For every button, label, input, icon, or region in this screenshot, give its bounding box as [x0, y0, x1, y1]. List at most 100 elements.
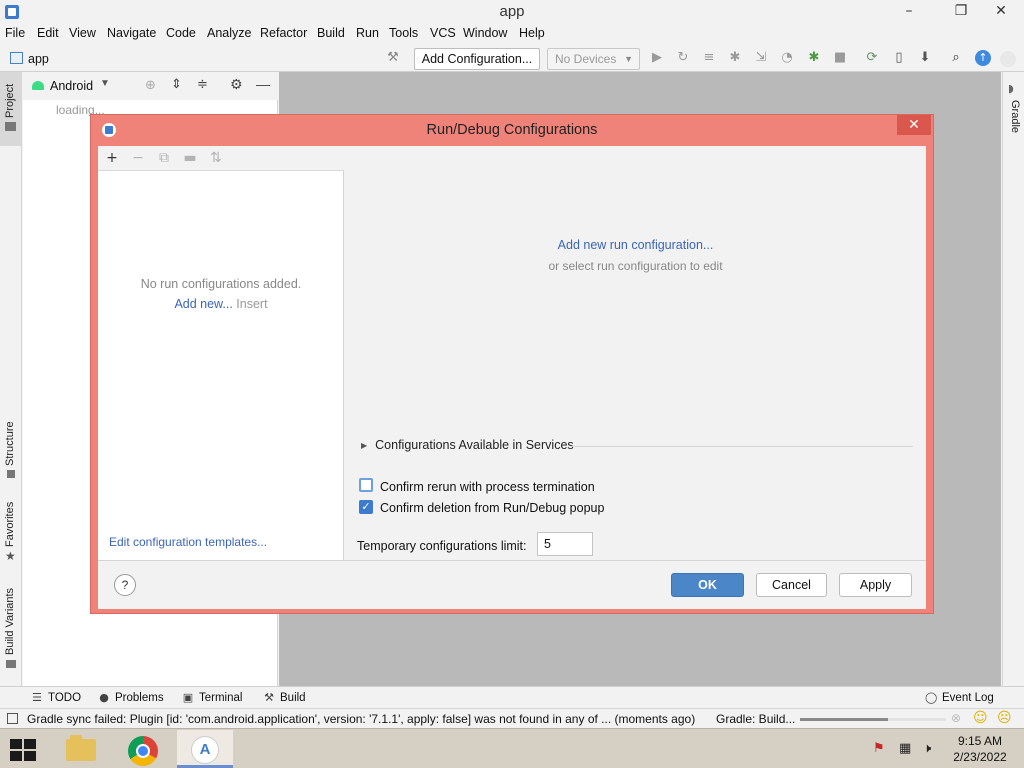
toggle-tool-windows-icon[interactable]	[7, 713, 18, 724]
menu-code[interactable]: Code	[166, 26, 196, 40]
gradle-build-status[interactable]: Gradle: Build...	[716, 712, 795, 726]
menu-tools[interactable]: Tools	[389, 26, 418, 40]
file-explorer-icon[interactable]	[53, 730, 109, 768]
gear-icon[interactable]: ⚙	[230, 77, 243, 93]
right-tool-strip: ◗ Gradle	[1002, 72, 1024, 686]
move-to-folder-icon[interactable]: ▬	[181, 149, 199, 167]
chevron-down-icon[interactable]: ▼	[100, 78, 110, 89]
project-breadcrumb[interactable]: app	[28, 52, 49, 66]
tab-gradle-label: Gradle	[1009, 100, 1021, 134]
tab-todo[interactable]: ☰ TODO	[31, 691, 81, 704]
smile-icon[interactable]: ☺	[973, 710, 988, 726]
project-folder-icon	[10, 52, 23, 64]
tab-gradle[interactable]: ◗ Gradle	[1003, 72, 1024, 142]
dialog-close-button[interactable]: ✕	[897, 115, 931, 135]
expand-all-icon[interactable]: ⇕	[171, 77, 182, 92]
services-section-toggle[interactable]: ▶ Configurations Available in Services	[361, 438, 574, 452]
project-view-selector[interactable]: Android	[50, 79, 93, 93]
device-manager-icon[interactable]: ▯	[891, 51, 907, 65]
rerun-icon[interactable]: ↻	[675, 51, 691, 65]
menu-view[interactable]: View	[69, 26, 96, 40]
dialog-title-bar: Run/Debug Configurations ✕	[91, 115, 933, 145]
menu-build[interactable]: Build	[317, 26, 345, 40]
action-center-flag-icon[interactable]: ⚑	[873, 741, 885, 756]
minimize-button[interactable]: –	[886, 0, 932, 24]
frown-icon[interactable]: ☹	[997, 710, 1012, 726]
tab-problems-label: Problems	[115, 692, 164, 704]
list-icon: ☰	[32, 691, 42, 704]
stop-icon[interactable]: ■	[832, 51, 848, 65]
gradle-sync-icon[interactable]: ⟳	[864, 51, 880, 65]
start-button[interactable]	[10, 739, 36, 761]
edit-templates-link[interactable]: Edit configuration templates...	[109, 535, 267, 549]
ok-button[interactable]: OK	[671, 573, 744, 597]
tab-structure-label: Structure	[4, 421, 16, 466]
hide-panel-icon[interactable]: —	[256, 76, 270, 92]
update-icon[interactable]: ↑	[975, 50, 991, 66]
add-icon[interactable]: +	[103, 149, 121, 167]
locate-icon[interactable]: ⊕	[145, 78, 156, 93]
close-button[interactable]: ✕	[978, 0, 1024, 24]
apply-button[interactable]: Apply	[839, 573, 912, 597]
profile-icon[interactable]: ◔	[779, 51, 795, 65]
configurations-list-pane: + − ⧉ ▬ ⇅ No run configurations added. A…	[98, 146, 344, 560]
add-new-run-configuration-link[interactable]: Add new run configuration...	[345, 238, 926, 252]
status-message[interactable]: Gradle sync failed: Plugin [id: 'com.and…	[27, 712, 695, 726]
menu-window[interactable]: Window	[463, 26, 507, 40]
menu-vcs[interactable]: VCS	[430, 26, 456, 40]
tab-build[interactable]: ⚒ Build	[263, 691, 306, 704]
cancel-process-icon[interactable]: ⊗	[951, 711, 961, 725]
menu-navigate[interactable]: Navigate	[107, 26, 156, 40]
collapse-all-icon[interactable]: ≑	[197, 77, 208, 92]
menu-file[interactable]: File	[5, 26, 25, 40]
menu-edit[interactable]: Edit	[37, 26, 59, 40]
left-tool-strip: Project Structure Favorites ★ Build Vari…	[0, 72, 22, 686]
menu-run[interactable]: Run	[356, 26, 379, 40]
tab-event-log-label: Event Log	[942, 692, 994, 704]
cancel-button[interactable]: Cancel	[756, 573, 827, 597]
devices-dropdown[interactable]: No Devices ▼	[547, 48, 640, 70]
remove-icon[interactable]: −	[129, 149, 147, 167]
tab-structure[interactable]: Structure	[0, 412, 22, 482]
add-configuration-button[interactable]: Add Configuration...	[414, 48, 540, 70]
services-section-label: Configurations Available in Services	[375, 438, 574, 452]
divider	[571, 446, 913, 447]
menu-analyze[interactable]: Analyze	[207, 26, 251, 40]
apply-changes-icon[interactable]: ≡	[701, 51, 717, 65]
tab-event-log[interactable]: ◯ Event Log	[925, 691, 994, 704]
temporary-limit-input[interactable]: 5	[537, 532, 593, 556]
attach-icon[interactable]: ⇲	[753, 51, 769, 65]
tab-favorites[interactable]: Favorites ★	[0, 497, 22, 567]
chevron-down-icon: ▼	[624, 54, 633, 64]
dialog-title: Run/Debug Configurations	[426, 122, 598, 138]
debug-attach-icon[interactable]: ✱	[806, 51, 822, 65]
hammer-icon[interactable]: ⚒	[385, 51, 401, 65]
network-icon[interactable]: ▦	[899, 741, 911, 756]
search-icon[interactable]: ⌕	[948, 51, 964, 65]
tab-problems[interactable]: ● Problems	[98, 691, 164, 704]
confirm-deletion-checkbox[interactable]: ✓	[359, 500, 373, 514]
copy-icon[interactable]: ⧉	[155, 149, 173, 167]
confirm-rerun-checkbox[interactable]	[359, 478, 373, 492]
clock-date[interactable]: 2/23/2022	[950, 750, 1010, 764]
clock-time[interactable]: 9:15 AM	[950, 734, 1010, 748]
android-studio-taskbar-icon[interactable]	[177, 730, 233, 768]
help-button[interactable]: ?	[114, 574, 136, 596]
tab-project[interactable]: Project	[0, 72, 22, 146]
sdk-manager-icon[interactable]: ⬇	[917, 51, 933, 65]
tab-build-label: Build	[280, 692, 306, 704]
menu-help[interactable]: Help	[519, 26, 545, 40]
windows-taskbar: ⚑ ▦ 🕨 9:15 AM 2/23/2022	[0, 728, 1024, 768]
profile-avatar-icon[interactable]	[1000, 51, 1016, 67]
add-new-row: Add new... Insert	[98, 297, 344, 311]
tab-build-variants[interactable]: Build Variants	[0, 582, 22, 682]
debug-icon[interactable]: ✱	[727, 51, 743, 65]
chrome-icon[interactable]	[115, 730, 171, 768]
add-new-link[interactable]: Add new...	[174, 297, 232, 311]
bottom-tool-bar: ☰ TODO ● Problems ▣ Terminal ⚒ Build ◯ Event …	[0, 686, 1024, 708]
volume-muted-icon[interactable]: 🕨	[923, 741, 931, 756]
sort-icon[interactable]: ⇅	[207, 149, 225, 167]
run-icon[interactable]: ▶	[649, 51, 665, 65]
tab-terminal[interactable]: ▣ Terminal	[182, 691, 243, 704]
menu-refactor[interactable]: Refactor	[260, 26, 307, 40]
